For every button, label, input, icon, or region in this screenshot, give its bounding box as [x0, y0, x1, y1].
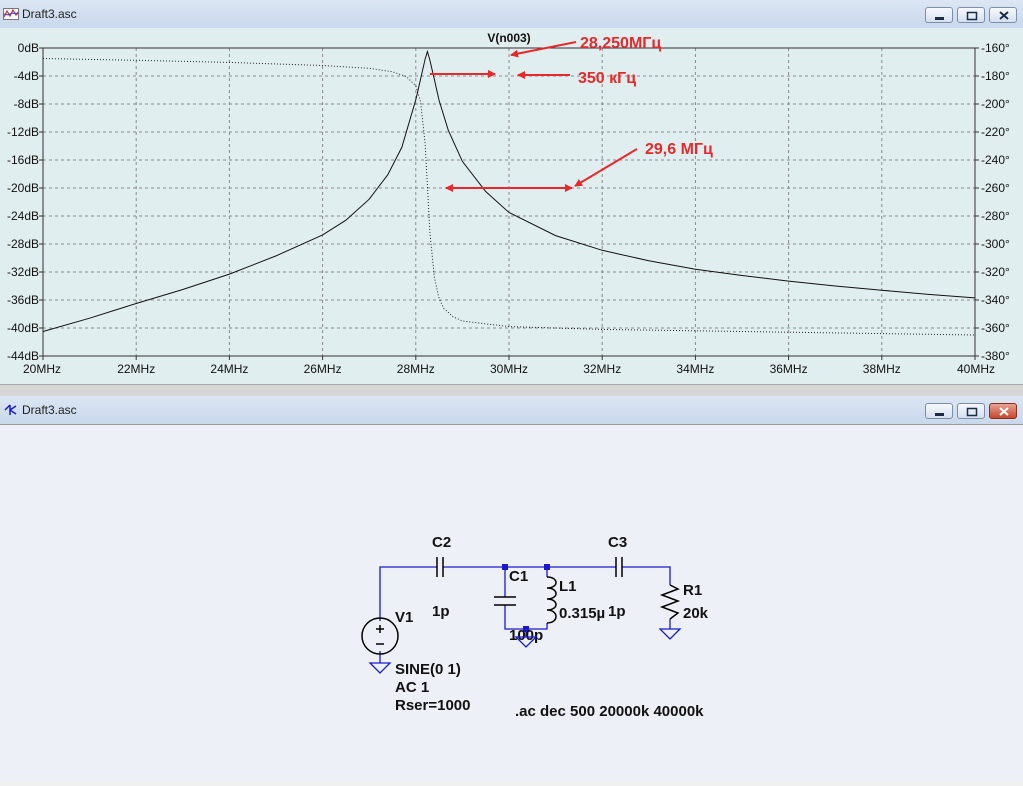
minimize-icon — [935, 17, 944, 20]
schematic-window-title: Draft3.asc — [22, 403, 77, 417]
close-button[interactable] — [989, 403, 1017, 419]
v1-ref: V1 — [395, 609, 413, 626]
phase-series-line — [42, 58, 976, 336]
x-tick-label: 24MHz — [210, 362, 248, 376]
close-icon — [999, 407, 1009, 416]
l1-inductor[interactable] — [546, 576, 557, 624]
schematic-titlebar[interactable]: Draft3.asc — [0, 396, 1023, 425]
c1-value: 100p — [509, 627, 543, 644]
annotation-minus20db-label: 29,6 МГц — [645, 141, 713, 158]
restore-button[interactable] — [957, 7, 985, 23]
y-left-tick-label: -16dB — [7, 153, 39, 167]
y-right-tick-label: -180° — [981, 69, 1010, 83]
schematic-canvas[interactable]: C2 1p C3 1p C1 100p L1 0.315µ R1 20k V1 … — [0, 424, 1023, 781]
y-left-tick-label: -28dB — [7, 237, 39, 251]
x-axis: 20MHz 22MHz 24MHz 26MHz 28MHz 30MHz 32MHz 34MHz… — [23, 356, 995, 376]
y-right-tick-label: -300° — [981, 237, 1010, 251]
y-left-tick-label: -20dB — [7, 181, 39, 195]
x-tick-label: 38MHz — [863, 362, 901, 376]
ground-icon — [368, 662, 392, 674]
c3-ref: C3 — [608, 534, 627, 551]
restore-icon — [966, 407, 978, 417]
y-left-tick-label: -44dB — [7, 349, 39, 363]
annotation-peak: 28,250МГц — [510, 35, 661, 58]
y-right-tick-label: -240° — [981, 153, 1010, 167]
x-tick-label: 36MHz — [770, 362, 808, 376]
r1-ref: R1 — [683, 582, 702, 599]
minimize-button[interactable] — [925, 7, 953, 23]
r1-value: 20k — [683, 605, 709, 622]
c1-ref: C1 — [509, 568, 528, 585]
chart[interactable]: 0dB -4dB -8dB -12dB -16dB -20dB -24dB -28dB -32d… — [0, 28, 1023, 384]
y-left-tick-label: -8dB — [14, 97, 39, 111]
annotation-bandwidth: 350 кГц — [430, 70, 636, 87]
v1-param-sine: SINE(0 1) — [395, 661, 461, 678]
chart-grid — [43, 48, 975, 356]
y-right-tick-label: -320° — [981, 265, 1010, 279]
y-left-tick-label: 0dB — [18, 41, 39, 55]
waveform-icon — [3, 6, 19, 22]
v1-voltage-source[interactable] — [361, 617, 399, 655]
c3-value: 1p — [608, 603, 626, 620]
schematic-drawing[interactable]: C2 1p C3 1p C1 100p L1 0.315µ R1 20k V1 … — [0, 425, 1023, 781]
restore-button[interactable] — [957, 403, 985, 419]
y-right-axis: -160° -180° -200° -220° -240° -260° -280° -300°… — [975, 41, 1010, 363]
y-right-tick-label: -220° — [981, 125, 1010, 139]
l1-value: 0.315µ — [559, 605, 605, 622]
plot-frame — [42, 47, 976, 357]
v1-param-rser: Rser=1000 — [395, 697, 470, 714]
y-left-tick-label: -32dB — [7, 265, 39, 279]
x-tick-label: 22MHz — [117, 362, 155, 376]
y-left-axis: 0dB -4dB -8dB -12dB -16dB -20dB -24dB -28dB -32d… — [7, 41, 43, 363]
annotation-peak-label: 28,250МГц — [580, 35, 661, 52]
y-right-tick-label: -340° — [981, 293, 1010, 307]
minimize-button[interactable] — [925, 403, 953, 419]
x-tick-label: 20MHz — [23, 362, 61, 376]
y-right-tick-label: -280° — [981, 209, 1010, 223]
c3-capacitor[interactable] — [615, 557, 623, 577]
y-right-tick-label: -380° — [981, 349, 1010, 363]
c2-ref: C2 — [432, 534, 451, 551]
y-left-tick-label: -36dB — [7, 293, 39, 307]
y-left-tick-label: -40dB — [7, 321, 39, 335]
x-tick-label: 40MHz — [957, 362, 995, 376]
schematic-icon — [3, 402, 19, 418]
y-right-tick-label: -160° — [981, 41, 1010, 55]
y-right-tick-label: -200° — [981, 97, 1010, 111]
schematic-window: Draft3.asc C2 1p C3 1p C1 100p L1 0.315µ… — [0, 396, 1023, 781]
annotation-bandwidth-label: 350 кГц — [578, 70, 636, 87]
annotation-minus20db: 29,6 МГц — [445, 141, 713, 192]
restore-icon — [966, 11, 978, 21]
l1-ref: L1 — [559, 578, 577, 595]
r1-resistor[interactable] — [659, 584, 681, 620]
close-button[interactable] — [989, 7, 1017, 23]
plot-window: Draft3.asc 0dB -4dB -8dB -12dB -16dB -20dB -24… — [0, 0, 1023, 390]
spice-directive[interactable]: .ac dec 500 20000k 40000k — [515, 703, 704, 720]
ground-icon — [658, 628, 682, 640]
x-tick-label: 34MHz — [676, 362, 714, 376]
plot-window-title: Draft3.asc — [22, 7, 77, 21]
x-tick-label: 30MHz — [490, 362, 528, 376]
plot-titlebar[interactable]: Draft3.asc — [0, 0, 1023, 29]
y-left-tick-label: -4dB — [14, 69, 39, 83]
x-tick-label: 26MHz — [304, 362, 342, 376]
c1-capacitor[interactable] — [494, 596, 516, 606]
x-tick-label: 32MHz — [583, 362, 621, 376]
c2-capacitor[interactable] — [436, 557, 444, 577]
close-icon — [999, 11, 1009, 20]
chart-title: V(n003) — [487, 31, 530, 45]
v1-param-ac: AC 1 — [395, 679, 429, 696]
minimize-icon — [935, 413, 944, 416]
y-right-tick-label: -260° — [981, 181, 1010, 195]
x-tick-label: 28MHz — [397, 362, 435, 376]
plot-area[interactable]: 0dB -4dB -8dB -12dB -16dB -20dB -24dB -28dB -32d… — [0, 28, 1023, 384]
y-left-tick-label: -12dB — [7, 125, 39, 139]
y-right-tick-label: -360° — [981, 321, 1010, 335]
c2-value: 1p — [432, 603, 450, 620]
y-left-tick-label: -24dB — [7, 209, 39, 223]
